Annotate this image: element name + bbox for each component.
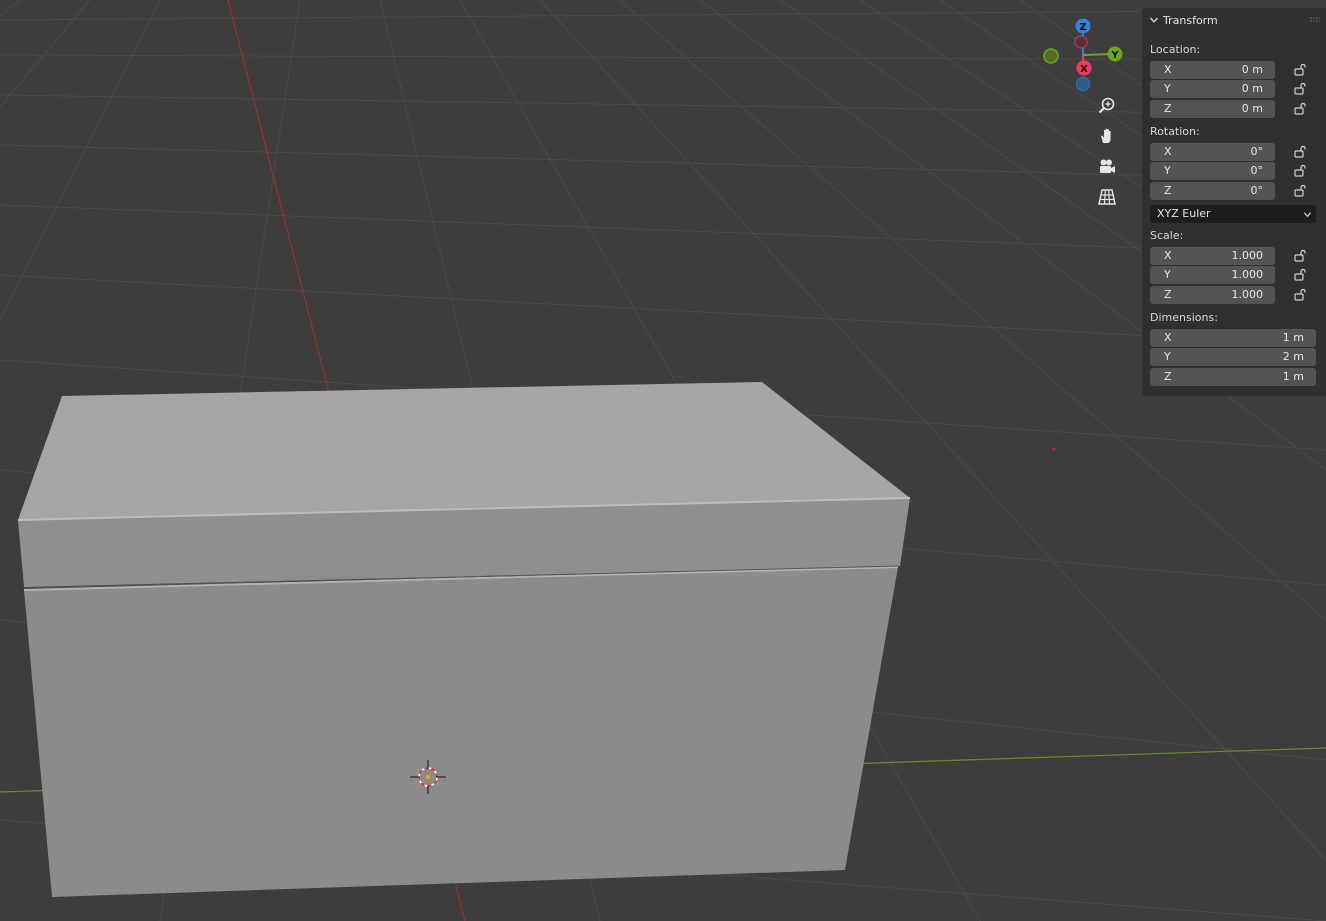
field-value: 1 m xyxy=(1282,370,1304,383)
axis-label: X xyxy=(1164,249,1172,262)
field-value: 0 m xyxy=(1241,63,1263,76)
projection-toggle-button[interactable] xyxy=(1097,187,1123,213)
navigation-gizmo[interactable]: Z Y X xyxy=(1043,18,1123,92)
box-lid-top xyxy=(18,382,910,520)
field-value: 1.000 xyxy=(1231,249,1264,262)
panel-title: Transform xyxy=(1163,13,1218,27)
rotation-z-field[interactable]: Z 0° xyxy=(1150,182,1275,200)
location-x-field[interactable]: X 0 m xyxy=(1150,61,1275,79)
scale-x-field[interactable]: X 1.000 xyxy=(1150,247,1275,265)
box-body-front xyxy=(24,567,898,897)
camera-view-button[interactable] xyxy=(1097,157,1123,183)
axis-label: Y xyxy=(1164,268,1171,281)
scale-z-field[interactable]: Z 1.000 xyxy=(1150,286,1275,304)
field-value: 0 m xyxy=(1241,82,1263,95)
rotation-label: Rotation: xyxy=(1150,125,1200,138)
gizmo-neg-z xyxy=(1075,76,1091,92)
field-value: 1 m xyxy=(1282,331,1304,344)
field-value: 0° xyxy=(1250,184,1264,197)
dimensions-x-field[interactable]: X 1 m xyxy=(1150,329,1316,347)
rotation-x-field[interactable]: X 0° xyxy=(1150,143,1275,161)
axis-label: Y xyxy=(1164,82,1171,95)
gizmo-y-label: Y xyxy=(1110,50,1119,61)
axis-label: Z xyxy=(1164,370,1172,383)
viewport-canvas[interactable]: Z Y X xyxy=(0,0,1326,921)
axis-label: X xyxy=(1164,63,1172,76)
scale-y-field[interactable]: Y 1.000 xyxy=(1150,266,1275,284)
lock-icon[interactable] xyxy=(1293,249,1307,263)
lock-icon[interactable] xyxy=(1293,82,1307,96)
location-label: Location: xyxy=(1150,43,1201,56)
gizmo-neg-y xyxy=(1043,48,1059,64)
gizmo-x-label: X xyxy=(1080,64,1088,75)
field-value: 0° xyxy=(1250,145,1264,158)
pan-button[interactable] xyxy=(1097,126,1123,152)
zoom-button[interactable] xyxy=(1097,96,1123,122)
rotation-mode-value: XYZ Euler xyxy=(1157,207,1211,220)
chevron-down-icon xyxy=(1149,17,1159,23)
3d-viewport[interactable]: Z Y X xyxy=(0,0,1326,921)
field-value: 1.000 xyxy=(1231,288,1264,301)
gizmo-z-label: Z xyxy=(1079,22,1086,33)
grid-icon xyxy=(1098,189,1116,205)
transform-panel-header[interactable]: Transform xyxy=(1142,8,1326,32)
axis-label: Y xyxy=(1164,350,1171,363)
lock-icon[interactable] xyxy=(1293,145,1307,159)
camera-icon xyxy=(1100,159,1115,173)
field-value: 0 m xyxy=(1241,102,1263,115)
zoom-icon xyxy=(1098,97,1115,114)
chevron-down-icon xyxy=(1303,212,1312,218)
box-object[interactable] xyxy=(17,382,911,897)
location-y-field[interactable]: Y 0 m xyxy=(1150,80,1275,98)
field-value: 2 m xyxy=(1282,350,1304,363)
axis-label: Z xyxy=(1164,184,1172,197)
rotation-mode-select[interactable]: XYZ Euler xyxy=(1150,205,1316,223)
gizmo-neg-x xyxy=(1074,35,1088,49)
drag-handle-icon[interactable] xyxy=(1310,17,1320,23)
rotation-y-field[interactable]: Y 0° xyxy=(1150,162,1275,180)
transform-panel[interactable]: Transform Location: X 0 m Y 0 m Z 0 m Rotat… xyxy=(1142,8,1326,396)
axis-label: Y xyxy=(1164,164,1171,177)
scale-label: Scale: xyxy=(1150,229,1184,242)
axis-label: Z xyxy=(1164,102,1172,115)
axis-label: X xyxy=(1164,331,1172,344)
lock-icon[interactable] xyxy=(1293,102,1307,116)
location-z-field[interactable]: Z 0 m xyxy=(1150,100,1275,118)
lock-icon[interactable] xyxy=(1293,63,1307,77)
hand-icon xyxy=(1101,128,1111,143)
lock-icon[interactable] xyxy=(1293,268,1307,282)
axis-label: X xyxy=(1164,145,1172,158)
dimensions-z-field[interactable]: Z 1 m xyxy=(1150,368,1316,386)
axis-label: Z xyxy=(1164,288,1172,301)
lock-icon[interactable] xyxy=(1293,164,1307,178)
field-value: 1.000 xyxy=(1231,268,1264,281)
lock-icon[interactable] xyxy=(1293,288,1307,302)
dimensions-label: Dimensions: xyxy=(1150,311,1218,324)
field-value: 0° xyxy=(1250,164,1264,177)
dimensions-y-field[interactable]: Y 2 m xyxy=(1150,348,1316,366)
lock-icon[interactable] xyxy=(1293,184,1307,198)
light-origin-dot xyxy=(1052,447,1056,451)
